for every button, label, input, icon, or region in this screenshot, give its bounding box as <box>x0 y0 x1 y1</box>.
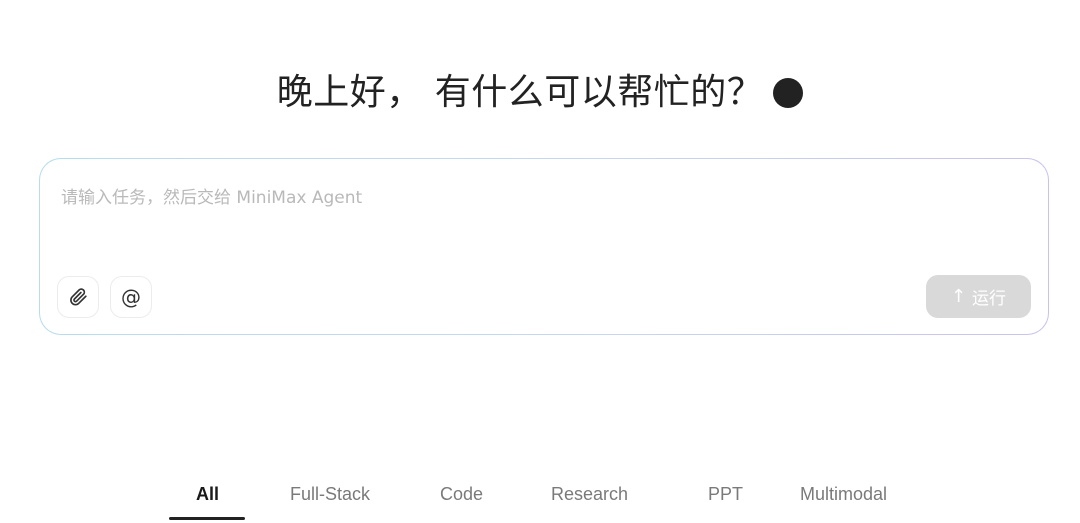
greeting-heading: 晚上好， 有什么可以帮忙的？ <box>0 70 1080 116</box>
run-button[interactable]: ↑ 运行 <box>926 275 1031 318</box>
run-button-label: 运行 <box>972 289 1007 309</box>
active-tab-indicator <box>169 517 245 520</box>
category-tabs: All Full-Stack Code Research PPT Multimo… <box>0 474 1080 523</box>
at-sign-icon: @ <box>121 285 141 309</box>
tab-research[interactable]: Research <box>551 484 628 505</box>
page: 晚上好， 有什么可以帮忙的？ @ ↑ 运行 All Full-Stack Cod… <box>0 0 1080 523</box>
paperclip-icon <box>70 288 87 306</box>
attach-button[interactable] <box>57 276 99 318</box>
tab-ppt[interactable]: PPT <box>708 484 743 505</box>
tab-full-stack[interactable]: Full-Stack <box>290 484 370 505</box>
mention-button[interactable]: @ <box>110 276 152 318</box>
tab-all[interactable]: All <box>196 484 219 505</box>
task-input[interactable] <box>61 183 1021 243</box>
arrow-up-icon: ↑ <box>950 286 967 307</box>
status-dot-icon <box>773 78 804 108</box>
task-composer: @ ↑ 运行 <box>39 158 1049 335</box>
tab-code[interactable]: Code <box>440 484 483 505</box>
greeting-text: 晚上好， 有什么可以帮忙的？ <box>276 72 764 113</box>
tab-multimodal[interactable]: Multimodal <box>800 484 887 505</box>
